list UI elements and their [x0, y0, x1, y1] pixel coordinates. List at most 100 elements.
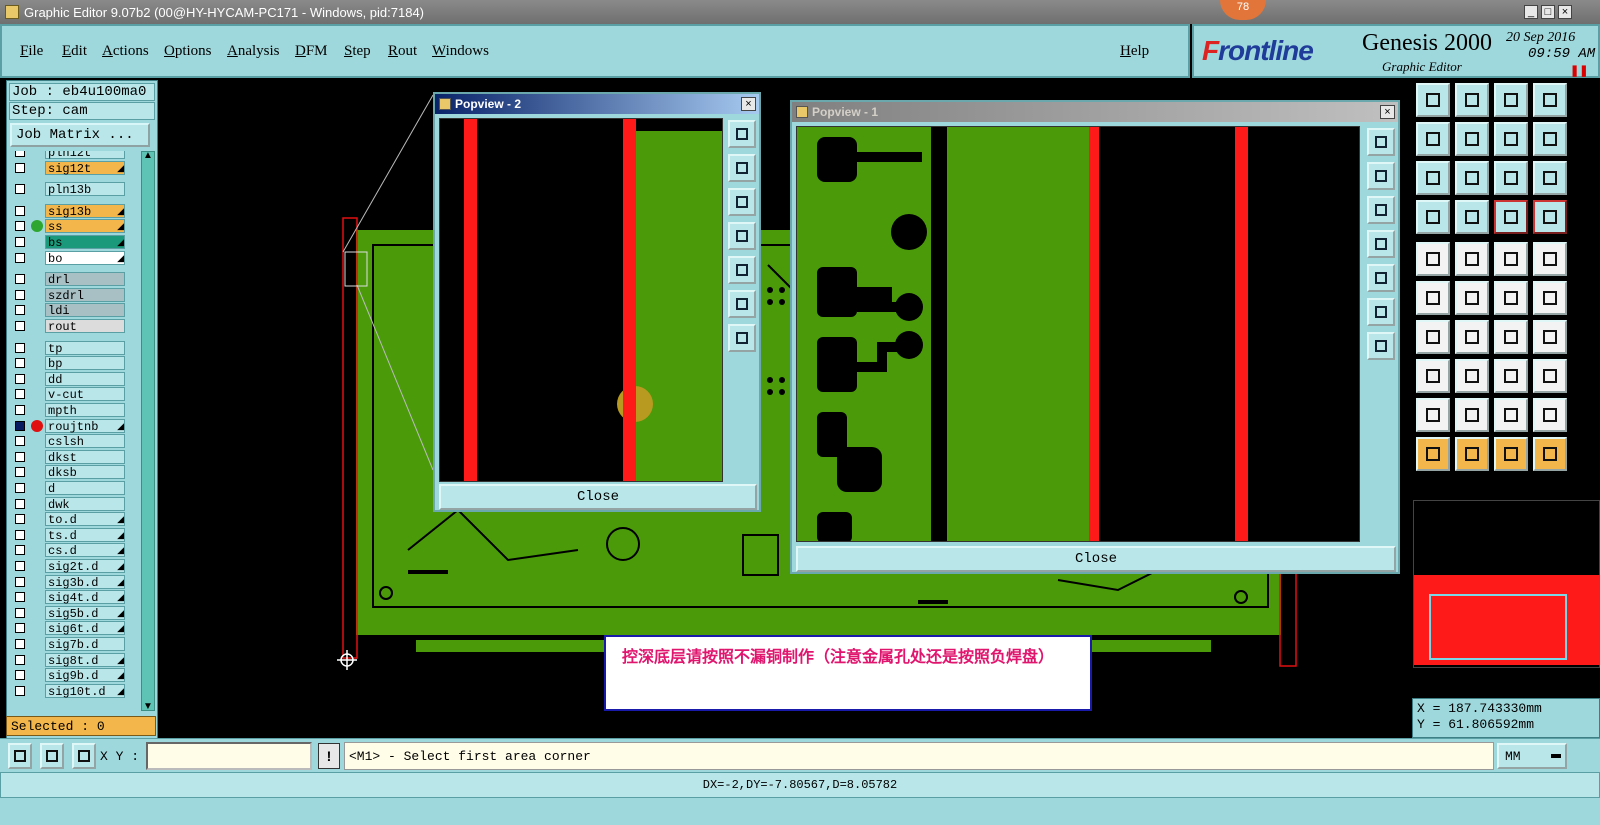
connect-button[interactable]: [1416, 281, 1450, 315]
layer-checkbox[interactable]: [15, 305, 25, 316]
pan-up-button[interactable]: [1367, 162, 1395, 190]
layer-checkbox[interactable]: [15, 451, 25, 462]
layer-row[interactable]: mpth: [9, 403, 137, 418]
layer-row[interactable]: bp: [9, 356, 137, 371]
pan-down-button[interactable]: [728, 188, 756, 216]
move-2-button[interactable]: [1533, 281, 1567, 315]
layer-row[interactable]: ss ◢: [9, 219, 137, 234]
menu-actions[interactable]: Actions: [102, 43, 149, 60]
menu-windows[interactable]: Windows: [432, 43, 489, 60]
zoom-out-button[interactable]: [728, 324, 756, 352]
fill-button[interactable]: [1533, 242, 1567, 276]
crosshair-icon[interactable]: [337, 650, 357, 670]
layer-row[interactable]: bs ◢: [9, 235, 137, 250]
layer-row[interactable]: sig4t.d ◢: [9, 590, 137, 605]
layer-checkbox[interactable]: [15, 607, 25, 618]
flip-button[interactable]: [1494, 122, 1528, 156]
measure-button[interactable]: [40, 743, 64, 769]
layer-checkbox[interactable]: [15, 576, 25, 587]
scroll-up-icon[interactable]: ▲: [143, 150, 153, 161]
layer-row[interactable]: dksb: [9, 465, 137, 480]
layer-checkbox[interactable]: [15, 358, 25, 369]
layer-name[interactable]: pln13b: [45, 182, 125, 197]
layer-row[interactable]: ldi: [9, 303, 137, 318]
line-draw-button[interactable]: [1455, 242, 1489, 276]
maximize-button[interactable]: □: [1541, 5, 1555, 19]
popview-1-titlebar[interactable]: Popview - 1: [792, 102, 1398, 122]
ruler-button[interactable]: [1494, 242, 1528, 276]
popview-2-view[interactable]: [439, 118, 723, 482]
layer-row[interactable]: cs.d ◢: [9, 543, 137, 558]
layer-row[interactable]: tp: [9, 340, 137, 356]
layer-checkbox[interactable]: [15, 498, 25, 509]
layer-name[interactable]: bs ◢: [45, 235, 125, 250]
home-button[interactable]: [1494, 83, 1528, 117]
layer-checkbox[interactable]: [15, 252, 25, 263]
layer-name[interactable]: cs.d ◢: [45, 543, 125, 558]
layer-row[interactable]: rout: [9, 319, 137, 334]
pad-button[interactable]: [1416, 242, 1450, 276]
pan-left-button[interactable]: [728, 222, 756, 250]
layer-checkbox[interactable]: [15, 151, 25, 157]
layer-checkbox[interactable]: [15, 592, 25, 603]
layer-checkbox[interactable]: [15, 420, 25, 431]
popview-2-titlebar[interactable]: Popview - 2: [435, 94, 759, 114]
layer-name[interactable]: rout: [45, 319, 125, 334]
layer-row[interactable]: d: [9, 481, 137, 496]
layer-row[interactable]: dwk: [9, 496, 137, 512]
layer-checkbox[interactable]: [15, 436, 25, 447]
menu-edit[interactable]: Edit: [62, 43, 87, 60]
layer-name[interactable]: sig4t.d ◢: [45, 590, 125, 605]
center-button[interactable]: [1416, 161, 1450, 195]
layer-row[interactable]: ts.d ◢: [9, 527, 137, 543]
menu-dfm[interactable]: DFM: [295, 43, 328, 60]
layer-name[interactable]: sig12t ◢: [45, 160, 125, 176]
layer-name[interactable]: roujtnb ◢: [45, 418, 125, 434]
layer-checkbox[interactable]: [15, 205, 25, 216]
layer-row[interactable]: szdrl: [9, 287, 137, 303]
layer-name[interactable]: sig8t.d ◢: [45, 652, 125, 668]
minimize-button[interactable]: _: [1524, 5, 1538, 19]
layer-row[interactable]: pln12t: [9, 151, 137, 160]
zoom-in-button[interactable]: [1367, 298, 1395, 326]
layer-name[interactable]: sig10t.d ◢: [45, 683, 125, 699]
layer-up-button[interactable]: [1416, 83, 1450, 117]
fit-button[interactable]: [1533, 320, 1567, 354]
menu-help[interactable]: Help: [1120, 43, 1149, 60]
layer-name[interactable]: sig3b.d ◢: [45, 574, 125, 590]
layer-checkbox[interactable]: [15, 467, 25, 478]
popview-2-close-button[interactable]: Close: [439, 484, 757, 510]
layer-checkbox[interactable]: [15, 561, 25, 571]
snap-button[interactable]: [1416, 200, 1450, 234]
notification-badge[interactable]: 78: [1220, 0, 1266, 20]
layer-row[interactable]: dd: [9, 371, 137, 387]
pan-right-button[interactable]: [1367, 264, 1395, 292]
layer-name[interactable]: ts.d ◢: [45, 527, 125, 543]
layer-name[interactable]: dkst: [45, 449, 125, 465]
layer-name[interactable]: ss ◢: [45, 219, 125, 234]
layer-checkbox[interactable]: [15, 405, 25, 415]
popview-1-close-button[interactable]: Close: [796, 546, 1396, 572]
pan-right-button[interactable]: [728, 256, 756, 284]
layer-row[interactable]: dkst: [9, 449, 137, 465]
layer-checkbox[interactable]: [15, 545, 25, 556]
zoom-home-button[interactable]: [1367, 128, 1395, 156]
layer-checkbox[interactable]: [15, 685, 25, 696]
layer-down-button[interactable]: [1455, 83, 1489, 117]
layer-name[interactable]: drl: [45, 272, 125, 287]
menu-step[interactable]: Step: [344, 43, 371, 60]
layer-checkbox[interactable]: [15, 184, 25, 195]
layer-checkbox[interactable]: [15, 670, 25, 681]
layer-name[interactable]: sig5b.d ◢: [45, 605, 125, 621]
layer-checkbox[interactable]: [15, 529, 25, 540]
net-button[interactable]: [1416, 359, 1450, 393]
pan-right-button[interactable]: [1455, 122, 1489, 156]
layer-name[interactable]: mpth: [45, 403, 125, 418]
triangle-4-button[interactable]: [1533, 398, 1567, 432]
layer-checkbox[interactable]: [15, 274, 25, 285]
scale-1-2-button[interactable]: [1494, 161, 1528, 195]
layer-row[interactable]: sig9b.d ◢: [9, 668, 137, 683]
layer-checkbox[interactable]: [15, 342, 25, 353]
pan-left-button[interactable]: [1367, 230, 1395, 258]
layer-name[interactable]: ldi: [45, 303, 125, 318]
